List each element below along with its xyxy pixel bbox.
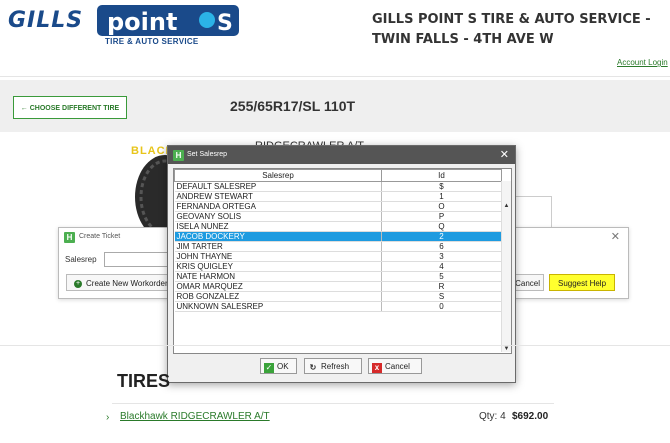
salesrep-id-cell[interactable]: $ (381, 181, 502, 192)
salesrep-name-cell[interactable]: KRIS QUIGLEY (174, 261, 382, 272)
app-logo-icon: H (173, 150, 184, 161)
brand-tagline: TIRE & AUTO SERVICE (105, 37, 199, 46)
tires-heading: TIRES (117, 371, 171, 391)
salesrep-input[interactable] (104, 252, 176, 267)
table-row[interactable]: ANDREW STEWART 1 (174, 191, 502, 202)
dialog-cancel-button[interactable]: x Cancel (368, 358, 422, 374)
salesrep-table: Salesrep Id DEFAULT SALESREP $ ANDREW STEW… (174, 169, 502, 312)
column-header-salesrep[interactable]: Salesrep (174, 169, 382, 182)
cart-item-qty: Qty: 4 (479, 411, 506, 422)
create-ticket-title: Create Ticket (79, 233, 121, 240)
x-icon: x (372, 363, 382, 373)
salesrep-id-cell[interactable]: 2 (381, 231, 502, 242)
grid-scrollbar[interactable]: ▲ ▼ (501, 181, 511, 352)
refresh-label: Refresh (321, 362, 350, 371)
table-row[interactable]: NATE HARMON 5 (174, 271, 502, 282)
salesrep-id-cell[interactable]: 4 (381, 261, 502, 272)
table-row[interactable]: OMAR MARQUEZ R (174, 281, 502, 292)
salesrep-id-cell[interactable]: 6 (381, 241, 502, 252)
salesrep-name-cell[interactable]: ISELA NUNEZ (174, 221, 382, 232)
cancel-label: Cancel (515, 279, 540, 288)
salesrep-id-cell[interactable]: Q (381, 221, 502, 232)
dialog-titlebar: H Set Salesrep ✕ (168, 146, 515, 164)
tire-size-label: 255/65R17/SL 110T (230, 98, 356, 114)
table-row[interactable]: UNKNOWN SALESREP 0 (174, 301, 502, 312)
choose-different-tire-button[interactable]: ← CHOOSE DIFFERENT TIRE (13, 96, 127, 119)
brand-gills-logo: GILLS (8, 8, 84, 33)
ok-label: OK (277, 362, 289, 371)
cancel-button[interactable]: Cancel (514, 274, 544, 291)
dialog-cancel-label: Cancel (385, 362, 410, 371)
salesrep-id-cell[interactable]: 3 (381, 251, 502, 262)
salesrep-name-cell[interactable]: NATE HARMON (174, 271, 382, 282)
dialog-title: Set Salesrep (187, 151, 228, 158)
refresh-button[interactable]: ↻ Refresh (304, 358, 362, 374)
table-row[interactable]: KRIS QUIGLEY 4 (174, 261, 502, 272)
table-row[interactable]: JIM TARTER 6 (174, 241, 502, 252)
plus-icon: + (74, 279, 82, 288)
create-new-workorder-label: Create New Workorder (86, 279, 168, 288)
table-row[interactable]: DEFAULT SALESREP $ (174, 181, 502, 192)
svg-text:S: S (217, 11, 233, 36)
salesrep-id-cell[interactable]: S (381, 291, 502, 302)
account-login-link[interactable]: Account Login (617, 58, 668, 67)
check-icon: ✓ (264, 363, 274, 373)
section-divider (0, 345, 670, 346)
salesrep-name-cell[interactable]: DEFAULT SALESREP (174, 181, 382, 192)
cart-item-price: $692.00 (512, 411, 549, 422)
column-header-id[interactable]: Id (381, 169, 502, 182)
salesrep-id-cell[interactable]: P (381, 211, 502, 222)
salesrep-name-cell[interactable]: JACOB DOCKERY (174, 231, 382, 242)
salesrep-label: Salesrep (65, 255, 97, 264)
close-icon[interactable]: ✕ (500, 148, 509, 161)
salesrep-id-cell[interactable]: 0 (381, 301, 502, 312)
salesrep-id-cell[interactable]: 5 (381, 271, 502, 282)
refresh-icon: ↻ (309, 363, 317, 372)
table-row[interactable]: ROB GONZALEZ S (174, 291, 502, 302)
salesrep-name-cell[interactable]: OMAR MARQUEZ (174, 281, 382, 292)
salesrep-name-cell[interactable]: UNKNOWN SALESREP (174, 301, 382, 312)
app-logo-icon: H (64, 232, 75, 243)
scroll-up-icon[interactable]: ▲ (502, 203, 511, 209)
salesrep-id-cell[interactable]: 1 (381, 191, 502, 202)
salesrep-id-cell[interactable]: R (381, 281, 502, 292)
table-row[interactable]: GEOVANY SOLIS P (174, 211, 502, 222)
salesrep-name-cell[interactable]: JOHN THAYNE (174, 251, 382, 262)
header-divider (0, 76, 670, 77)
salesrep-name-cell[interactable]: ROB GONZALEZ (174, 291, 382, 302)
set-salesrep-dialog: H Set Salesrep ✕ Salesrep Id DEFAULT SAL… (167, 145, 516, 383)
svg-text:point: point (107, 8, 177, 36)
salesrep-name-cell[interactable]: ANDREW STEWART (174, 191, 382, 202)
cart-item-link[interactable]: Blackhawk RIDGECRAWLER A/T (120, 411, 270, 422)
store-title: GILLS POINT S TIRE & AUTO SERVICE - TWIN… (372, 12, 651, 47)
table-row[interactable]: JOHN THAYNE 3 (174, 251, 502, 262)
table-row[interactable]: ISELA NUNEZ Q (174, 221, 502, 232)
line-divider (112, 403, 554, 404)
create-new-workorder-button[interactable]: + Create New Workorder (66, 274, 178, 291)
salesrep-id-cell[interactable]: O (381, 201, 502, 212)
salesrep-name-cell[interactable]: JIM TARTER (174, 241, 382, 252)
table-row[interactable]: JACOB DOCKERY 2 (174, 231, 502, 242)
ok-button[interactable]: ✓ OK (260, 358, 297, 374)
salesrep-grid: Salesrep Id DEFAULT SALESREP $ ANDREW STEW… (173, 168, 512, 354)
salesrep-name-cell[interactable]: FERNANDA ORTEGA (174, 201, 382, 212)
table-row[interactable]: FERNANDA ORTEGA O (174, 201, 502, 212)
salesrep-name-cell[interactable]: GEOVANY SOLIS (174, 211, 382, 222)
scroll-down-icon[interactable]: ▼ (502, 346, 511, 352)
chevron-right-icon[interactable]: › (106, 412, 109, 423)
suggest-help-button[interactable]: Suggest Help (549, 274, 615, 291)
close-icon[interactable]: ✕ (611, 230, 620, 243)
